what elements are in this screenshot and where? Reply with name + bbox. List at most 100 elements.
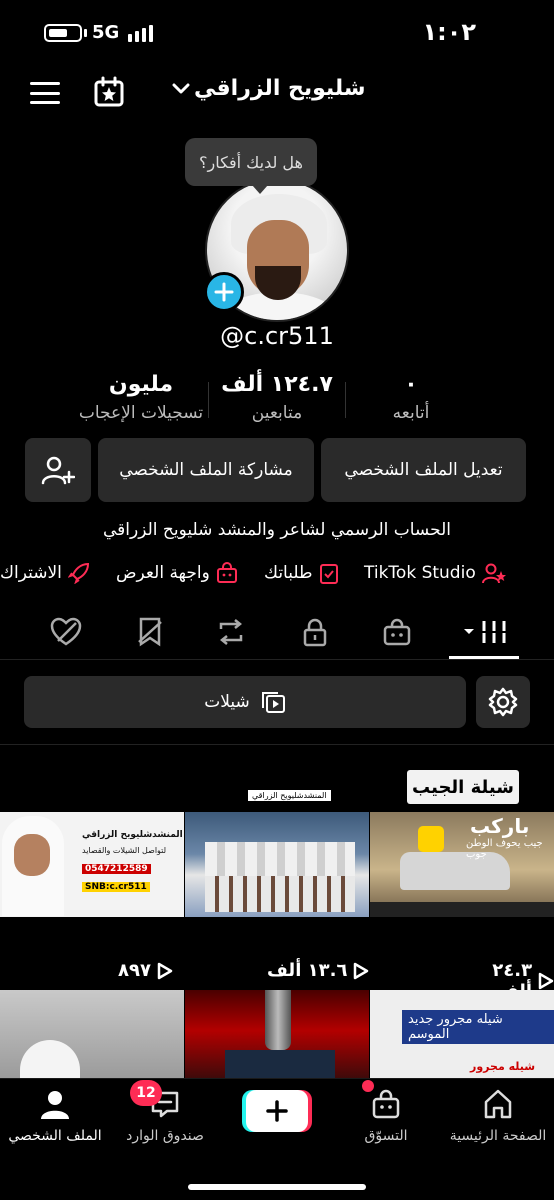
view-count-value: ٨٩٧ bbox=[118, 960, 151, 981]
ideas-bubble[interactable]: هل لديك أفكار؟ bbox=[185, 138, 317, 186]
tab-shop[interactable] bbox=[379, 614, 415, 650]
shop-bag-icon bbox=[383, 618, 411, 646]
following-count: ٠ bbox=[404, 372, 418, 397]
studio-user-icon bbox=[481, 563, 506, 584]
bio: الحساب الرسمي لشاعر والمنشد شليويح الزرا… bbox=[103, 520, 451, 540]
status-time: ١:٠٢ bbox=[422, 18, 476, 46]
playlist-settings-button[interactable] bbox=[476, 676, 530, 728]
clipboard-check-icon bbox=[319, 564, 338, 584]
followers-stat[interactable]: ١٢٤.٧ ألف متابعين bbox=[202, 372, 352, 423]
add-user-icon bbox=[41, 456, 75, 485]
playlist-title[interactable]: شيلة الجيب bbox=[407, 770, 519, 804]
nav-shop[interactable]: التسوّق bbox=[331, 1088, 441, 1144]
following-label: أتابعه bbox=[392, 403, 430, 423]
battery-icon bbox=[44, 24, 82, 42]
nav-home[interactable]: الصفحة الرئيسية bbox=[443, 1088, 553, 1144]
plus-icon bbox=[214, 282, 234, 302]
video-thumbnail[interactable] bbox=[185, 990, 369, 1080]
likes-count: مليون bbox=[108, 372, 174, 397]
tab-favorites[interactable] bbox=[132, 614, 168, 650]
showcase-link[interactable]: واجهة العرض bbox=[116, 562, 238, 584]
tiktok-studio-label: TikTok Studio bbox=[364, 563, 476, 583]
network-label: 5G bbox=[92, 22, 120, 43]
view-count: ١٣.٦ ألف bbox=[267, 960, 369, 981]
likes-stat[interactable]: مليون تسجيلات الإعجاب bbox=[66, 372, 216, 423]
nav-profile-label: الملف الشخصي bbox=[8, 1128, 102, 1144]
view-count-value: ١٣.٦ ألف bbox=[267, 960, 348, 981]
play-icon bbox=[354, 962, 369, 979]
home-icon bbox=[484, 1089, 512, 1119]
playlist-icon bbox=[261, 692, 285, 713]
thumb-line: المنشدشليويح الزراقي bbox=[82, 830, 183, 840]
tab-reposts[interactable] bbox=[213, 614, 249, 650]
nav-home-label: الصفحة الرئيسية bbox=[449, 1128, 547, 1144]
showcase-label: واجهة العرض bbox=[116, 563, 210, 583]
inbox-badge: 12 bbox=[130, 1080, 162, 1106]
username: @c.cr511 bbox=[220, 322, 334, 350]
repost-icon bbox=[219, 619, 243, 645]
video-thumbnail[interactable]: شيله مجرور جديد الموسم شيله مجرور bbox=[370, 990, 554, 1080]
links-row: TikTok Studio طلباتك واجهة العرض الاشترا… bbox=[0, 558, 554, 588]
shop-bag-icon bbox=[216, 562, 237, 583]
nav-shop-label: التسوّق bbox=[364, 1128, 408, 1144]
view-count: ٨٩٧ bbox=[118, 960, 173, 981]
nav-inbox-label: صندوق الوارد bbox=[126, 1128, 204, 1144]
profile-icon bbox=[41, 1091, 69, 1119]
video-thumbnail[interactable] bbox=[185, 812, 369, 917]
account-switcher[interactable]: شليويح الزراقي bbox=[172, 76, 372, 101]
tab-private[interactable] bbox=[297, 614, 333, 650]
lock-icon bbox=[303, 618, 327, 647]
menu-icon[interactable] bbox=[30, 82, 60, 104]
add-story-button[interactable] bbox=[204, 272, 244, 312]
subscription-label: الاشتراك bbox=[0, 563, 62, 583]
thumb-line: 0547212589 bbox=[82, 864, 151, 874]
followers-label: متابعين bbox=[251, 403, 303, 423]
tabs-divider bbox=[0, 659, 554, 660]
orders-label: طلباتك bbox=[264, 563, 313, 583]
playlists-button[interactable]: شيلات bbox=[24, 676, 466, 728]
gear-icon bbox=[488, 687, 518, 717]
edit-profile-button[interactable]: تعديل الملف الشخصي bbox=[321, 438, 526, 502]
account-name-label: شليويح الزراقي bbox=[194, 76, 366, 101]
likes-label: تسجيلات الإعجاب bbox=[78, 403, 204, 423]
chevron-down-icon bbox=[172, 83, 190, 93]
nav-inbox[interactable]: صندوق الوارد bbox=[110, 1088, 220, 1144]
thumb-caption: شيله مجرور جديد الموسم bbox=[402, 1010, 554, 1044]
tab-videos[interactable] bbox=[460, 614, 514, 650]
thumb-line: لتواصل الشيلات والقصايد bbox=[82, 846, 167, 855]
subscription-link[interactable]: الاشتراك bbox=[0, 562, 90, 584]
play-icon bbox=[157, 962, 173, 979]
signal-icon bbox=[128, 24, 153, 42]
add-friend-button[interactable] bbox=[25, 438, 91, 502]
create-button[interactable] bbox=[246, 1090, 308, 1132]
following-stat[interactable]: ٠ أتابعه bbox=[336, 372, 486, 423]
bubble-tail bbox=[252, 185, 268, 194]
thumb-title: باركب bbox=[470, 814, 530, 838]
share-profile-button[interactable]: مشاركة الملف الشخصي bbox=[98, 438, 314, 502]
heart-hidden-icon bbox=[50, 617, 82, 646]
orders-link[interactable]: طلباتك bbox=[264, 562, 339, 584]
section-divider bbox=[0, 744, 554, 745]
thumb-subtitle: جيب يحوف الوطن جوب bbox=[466, 838, 543, 860]
thumb-line: SNB:c.cr511 bbox=[82, 882, 150, 892]
play-icon bbox=[538, 972, 554, 990]
home-indicator bbox=[188, 1184, 366, 1190]
shop-notification-dot bbox=[362, 1080, 374, 1092]
calendar-icon[interactable] bbox=[93, 76, 125, 108]
tiktok-studio-link[interactable]: TikTok Studio bbox=[364, 562, 506, 584]
battery-tip bbox=[84, 29, 87, 37]
video-thumbnail[interactable] bbox=[0, 990, 184, 1080]
video-thumbnail[interactable]: باركب جيب يحوف الوطن جوب bbox=[370, 812, 554, 917]
followers-count: ١٢٤.٧ ألف bbox=[221, 372, 333, 397]
thumb-caption: شيله مجرور bbox=[470, 1060, 536, 1073]
nav-profile[interactable]: الملف الشخصي bbox=[0, 1088, 110, 1144]
thumb-caption: المنشدشليويح الزراقي bbox=[248, 790, 331, 801]
grid-icon bbox=[464, 621, 507, 643]
plus-icon bbox=[266, 1100, 288, 1122]
bookmark-hidden-icon bbox=[138, 617, 162, 647]
shop-bag-icon bbox=[372, 1089, 400, 1119]
video-thumbnail[interactable]: المنشدشليويح الزراقي لتواصل الشيلات والق… bbox=[0, 812, 184, 917]
tab-liked[interactable] bbox=[48, 614, 84, 650]
playlists-label: شيلات bbox=[204, 692, 250, 712]
rocket-icon bbox=[67, 562, 89, 584]
